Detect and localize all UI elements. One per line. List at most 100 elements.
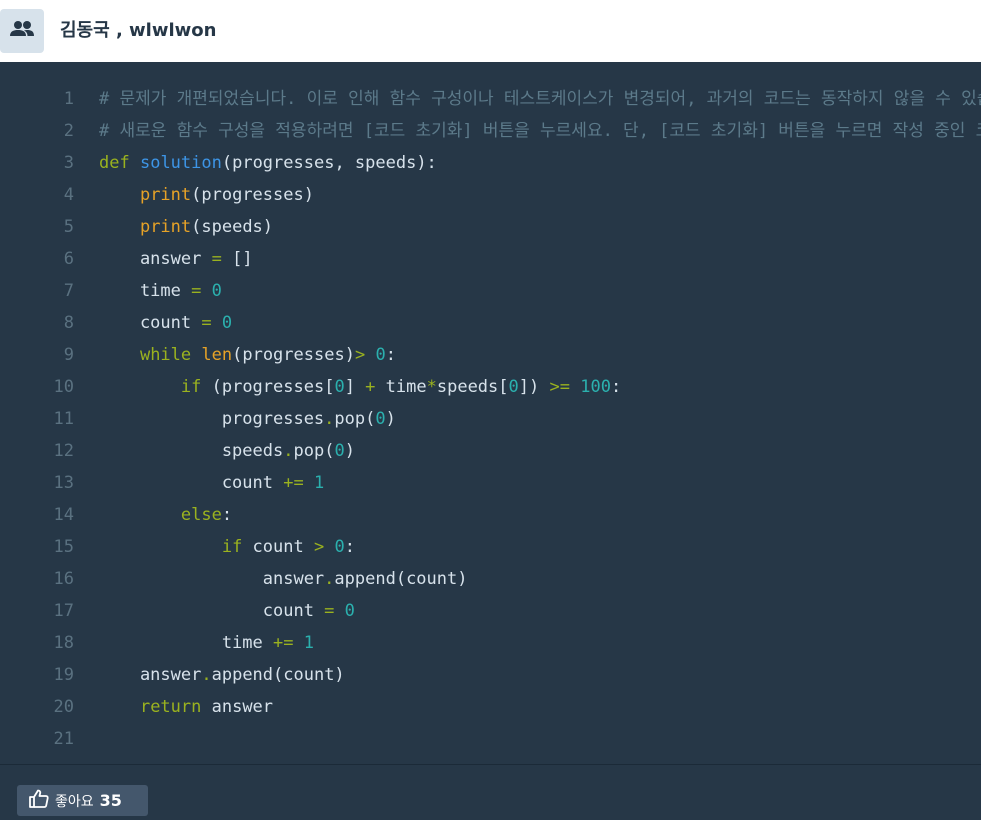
line-number: 16 xyxy=(53,569,74,589)
code-text: count += 1 xyxy=(99,467,324,499)
line-number: 5 xyxy=(63,217,74,237)
author-names: 김동국 , wlwlwon xyxy=(60,20,217,41)
line-number: 15 xyxy=(53,537,74,557)
like-count: 35 xyxy=(99,791,122,810)
code-token: pop( xyxy=(334,409,376,429)
code-text: return answer xyxy=(99,691,273,723)
code-token: pop( xyxy=(293,441,335,461)
like-button[interactable]: 좋아요 35 xyxy=(17,785,148,816)
code-token: count xyxy=(99,601,325,621)
code-token: : xyxy=(344,537,355,557)
line-number: 8 xyxy=(63,313,74,333)
code-token: (progresses) xyxy=(191,185,314,205)
code-text: count = 0 xyxy=(99,595,355,627)
code-token: > xyxy=(313,537,325,557)
code-token: (progresses, speeds): xyxy=(221,153,437,173)
code-token: 0 xyxy=(508,377,519,397)
code-text: count = 0 xyxy=(99,307,232,339)
code-token: = xyxy=(201,313,212,333)
code-text: print(speeds) xyxy=(99,211,273,243)
code-text: def solution(progresses, speeds): xyxy=(99,147,437,179)
code-token: # 문제가 개편되었습니다. 이로 인해 함수 구성이나 테스트케이스가 변경되… xyxy=(99,89,981,109)
code-token: 100 xyxy=(580,377,611,397)
code-text: # 새로운 함수 구성을 적용하려면 [코드 초기화] 버튼을 누르세요. 단,… xyxy=(99,115,981,147)
code-token: len xyxy=(201,345,233,365)
code-text: if count > 0: xyxy=(99,531,355,563)
code-token: 0 xyxy=(375,345,386,365)
code-token: (progresses) xyxy=(232,345,355,365)
line-number: 1 xyxy=(63,89,74,109)
code-token: = xyxy=(324,601,335,621)
code-token: time xyxy=(99,281,192,301)
code-token: answer xyxy=(99,665,202,685)
code-token: (speeds) xyxy=(191,217,274,237)
code-token: print xyxy=(139,185,192,205)
code-token: # 새로운 함수 구성을 적용하려면 [코드 초기화] 버튼을 누르세요. 단,… xyxy=(99,121,981,141)
code-token: > xyxy=(354,345,366,365)
code-token: answer xyxy=(99,569,325,589)
code-text: print(progresses) xyxy=(99,179,314,211)
code-token: ]) xyxy=(518,377,550,397)
code-token: print xyxy=(139,217,192,237)
code-token: return xyxy=(139,697,202,717)
code-token: 0 xyxy=(334,537,345,557)
code-token: += xyxy=(273,633,294,653)
thumbs-up-icon xyxy=(29,789,49,812)
code-token: if xyxy=(221,537,243,557)
code-token: solution xyxy=(139,153,222,173)
code-token: . xyxy=(201,665,212,685)
line-number: 3 xyxy=(63,153,74,173)
line-number: 17 xyxy=(53,601,74,621)
code-token: * xyxy=(426,377,437,397)
line-number: 4 xyxy=(63,185,74,205)
code-token: if xyxy=(180,377,202,397)
code-text: else: xyxy=(99,499,232,531)
code-token: = xyxy=(211,249,222,269)
code-token: : xyxy=(385,345,396,365)
line-number: 20 xyxy=(53,697,74,717)
line-number: 9 xyxy=(63,345,74,365)
code-token: ) xyxy=(344,441,355,461)
line-number: 11 xyxy=(53,409,74,429)
line-number: 21 xyxy=(53,729,74,749)
code-text: answer = [] xyxy=(99,243,253,275)
line-number: 18 xyxy=(53,633,74,653)
people-icon xyxy=(8,19,36,43)
code-token: 1 xyxy=(313,473,325,493)
post-footer: 좋아요 35 xyxy=(0,764,981,820)
line-number: 14 xyxy=(53,505,74,525)
code-text: # 문제가 개편되었습니다. 이로 인해 함수 구성이나 테스트케이스가 변경되… xyxy=(99,83,981,115)
code-token: while xyxy=(139,345,192,365)
code-text: answer.append(count) xyxy=(99,659,345,691)
code-token: progresses xyxy=(99,409,325,429)
code-text: speeds.pop(0) xyxy=(99,435,355,467)
code-token: def xyxy=(99,153,130,173)
code-text: answer.append(count) xyxy=(99,563,468,595)
code-token: append(count) xyxy=(334,569,468,589)
line-number: 7 xyxy=(63,281,74,301)
code-token: . xyxy=(283,441,294,461)
code-token: : xyxy=(221,505,233,525)
code-token: . xyxy=(324,409,335,429)
code-text: time += 1 xyxy=(99,627,314,659)
code-text: progresses.pop(0) xyxy=(99,403,396,435)
code-token: + xyxy=(365,377,376,397)
code-token: 0 xyxy=(344,601,355,621)
line-number: 13 xyxy=(53,473,74,493)
code-token: >= xyxy=(549,377,570,397)
code-token: append(count) xyxy=(211,665,345,685)
avatar xyxy=(0,9,44,53)
code-token: 0 xyxy=(211,281,222,301)
line-number: 12 xyxy=(53,441,74,461)
code-token: = xyxy=(191,281,202,301)
